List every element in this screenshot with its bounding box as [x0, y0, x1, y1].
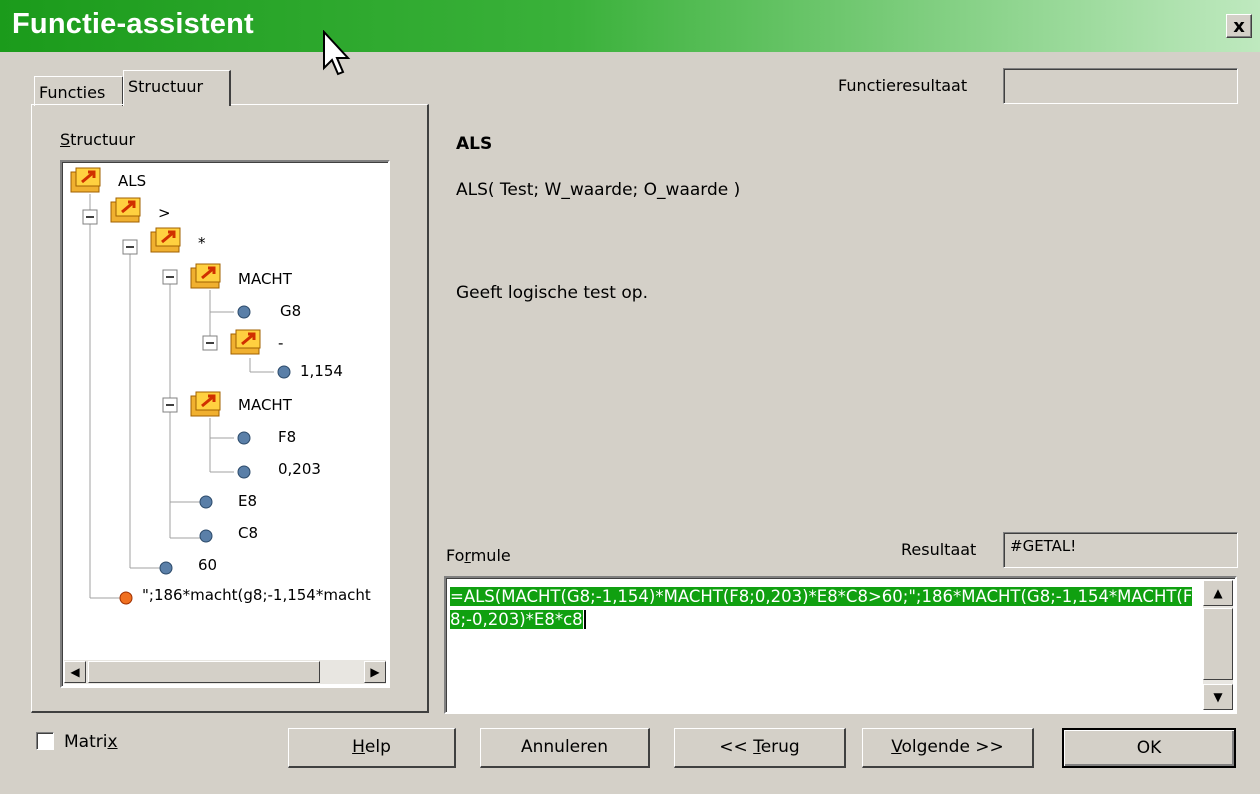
tree-node[interactable]: G8 [280, 302, 301, 320]
error-dot-icon [119, 591, 133, 605]
scroll-left-button[interactable]: ◀ [64, 661, 86, 683]
tree-node[interactable]: ALS [118, 172, 146, 190]
ok-button[interactable]: OK [1062, 728, 1236, 768]
tree-node[interactable]: MACHT [238, 396, 292, 414]
mouse-cursor-icon [323, 30, 351, 76]
value-dot-icon [159, 561, 173, 575]
help-button[interactable]: Help [288, 728, 456, 768]
value-dot-icon [237, 465, 251, 479]
scroll-thumb[interactable] [88, 661, 320, 683]
tree-node[interactable]: F8 [278, 428, 296, 446]
formula-input[interactable]: =ALS(MACHT(G8;-1,154)*MACHT(F8;0,203)*E8… [444, 576, 1237, 714]
function-signature: ALS( Test; W_waarde; O_waarde ) [456, 180, 741, 200]
folder-open-icon [190, 391, 221, 417]
scroll-up-button[interactable]: ▲ [1203, 580, 1233, 606]
scroll-thumb[interactable] [1203, 608, 1233, 680]
structure-label: Structuur [60, 130, 136, 149]
result-field: #GETAL! [1003, 532, 1238, 568]
tree-node[interactable]: - [278, 334, 283, 352]
function-name: ALS [456, 134, 493, 154]
back-button[interactable]: << Terug [674, 728, 846, 768]
value-dot-icon [277, 365, 291, 379]
tab-structuur[interactable]: Structuur [123, 70, 231, 106]
result-label: Resultaat [901, 540, 977, 559]
tab-functies[interactable]: Functies [34, 76, 124, 106]
tree-node[interactable]: > [158, 204, 171, 222]
next-button[interactable]: Volgende >> [862, 728, 1034, 768]
folder-open-icon [230, 329, 261, 355]
function-description: Geeft logische test op. [456, 283, 648, 303]
folder-open-icon [150, 227, 181, 253]
formula-vertical-scrollbar[interactable]: ▲ ▼ [1203, 580, 1233, 710]
function-result-label: Functieresultaat [838, 76, 968, 95]
tree-node[interactable]: MACHT [238, 270, 292, 288]
value-dot-icon [199, 529, 213, 543]
tree-node[interactable]: 60 [198, 556, 217, 574]
folder-open-icon [70, 167, 101, 193]
value-dot-icon [199, 495, 213, 509]
tree-node[interactable]: * [198, 234, 206, 252]
structure-tree[interactable]: ALS > * MACHT G8 - 1,154 MACHT F8 0,203 … [60, 160, 390, 688]
tree-node[interactable]: 0,203 [278, 460, 321, 478]
matrix-label: Matrix [64, 732, 118, 752]
tree-node[interactable]: ";186*macht(g8;-1,154*macht [142, 586, 371, 604]
tree-node[interactable]: E8 [238, 492, 257, 510]
matrix-checkbox[interactable] [36, 732, 54, 750]
close-button[interactable]: x [1226, 14, 1252, 38]
window-title: Functie-assistent [12, 8, 254, 40]
scroll-right-button[interactable]: ▶ [364, 661, 386, 683]
folder-open-icon [110, 197, 141, 223]
folder-open-icon [190, 263, 221, 289]
formula-text[interactable]: =ALS(MACHT(G8;-1,154)*MACHT(F8;0,203)*E8… [450, 585, 1195, 631]
formula-label: Formule [446, 546, 511, 565]
tree-node[interactable]: 1,154 [300, 362, 343, 380]
value-dot-icon [237, 305, 251, 319]
scroll-down-button[interactable]: ▼ [1203, 684, 1233, 710]
cancel-button[interactable]: Annuleren [480, 728, 650, 768]
function-result-field [1003, 68, 1238, 104]
value-dot-icon [237, 431, 251, 445]
tree-node[interactable]: C8 [238, 524, 258, 542]
tree-horizontal-scrollbar[interactable]: ◀ ▶ [64, 660, 386, 684]
